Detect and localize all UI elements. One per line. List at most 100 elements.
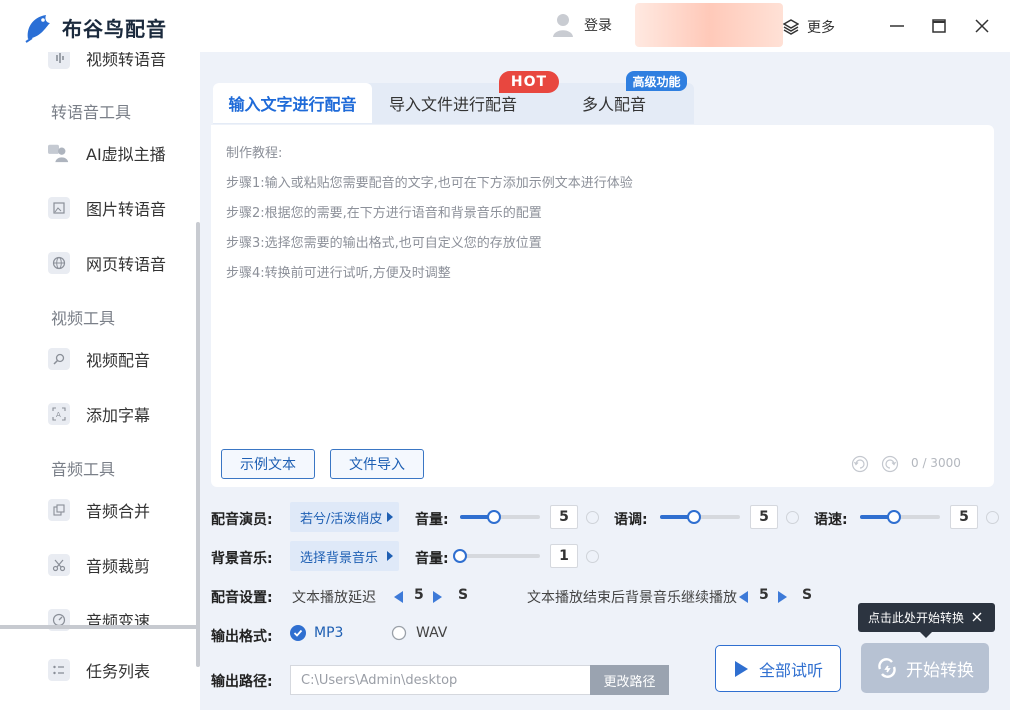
volume-value[interactable]: 5 — [550, 505, 578, 529]
reset-icon[interactable] — [986, 511, 999, 524]
radio-unchecked-icon — [391, 625, 407, 641]
sidebar-heading-speech-tools: 转语音工具 — [51, 103, 132, 122]
minimize-icon[interactable] — [887, 16, 907, 36]
sidebar-item-video-dubbing[interactable]: 视频配音 — [48, 347, 150, 371]
slider-handle[interactable] — [487, 510, 501, 524]
more-label: 更多 — [807, 20, 835, 36]
decrease-arrow-icon[interactable] — [739, 591, 748, 603]
sidebar-divider — [0, 625, 200, 629]
user-avatar-icon — [552, 12, 574, 38]
change-path-button[interactable]: 更改路径 — [590, 665, 669, 695]
format-label: 输出格式: — [211, 629, 273, 645]
sidebar-item-ai-anchor[interactable]: AI虚拟主播 — [48, 141, 166, 165]
svg-text:A: A — [56, 411, 61, 419]
preview-all-button[interactable]: 全部试听 — [715, 645, 841, 692]
pro-badge: 高级功能 — [626, 71, 687, 91]
radio-checked-icon — [290, 625, 306, 641]
voice-select[interactable]: 若兮/活泼俏皮 — [290, 502, 399, 532]
speed-value[interactable]: 5 — [950, 505, 978, 529]
continue-label: 文本播放结束后背景音乐继续播放 — [527, 590, 737, 606]
blurred-region — [635, 3, 783, 47]
scissors-icon — [48, 554, 70, 576]
decrease-arrow-icon[interactable] — [394, 591, 403, 603]
app-brand: 布谷鸟配音 — [22, 10, 167, 44]
slider-handle[interactable] — [687, 510, 701, 524]
increase-arrow-icon[interactable] — [433, 591, 442, 603]
sidebar-item-label: 网页转语音 — [86, 255, 167, 274]
waveform-icon — [48, 52, 70, 69]
app-title: 布谷鸟配音 — [62, 16, 167, 41]
slider-track — [460, 554, 540, 558]
start-convert-label: 开始转换 — [906, 660, 974, 681]
start-convert-button[interactable]: 开始转换 — [861, 643, 989, 693]
hot-badge: HOT — [499, 71, 559, 93]
output-path-input[interactable]: C:\Users\Admin\desktop — [290, 665, 590, 695]
tooltip-arrow — [920, 632, 932, 638]
more-button[interactable]: 更多 — [783, 17, 835, 37]
pitch-value[interactable]: 5 — [750, 505, 778, 529]
tooltip-close-icon[interactable] — [972, 612, 982, 622]
sidebar-heading-video-tools: 视频工具 — [51, 309, 116, 328]
ai-anchor-icon — [48, 142, 70, 164]
continue-value[interactable]: 5 — [759, 587, 769, 603]
bgm-volume-value[interactable]: 1 — [550, 544, 578, 568]
format-label-wav: WAV — [416, 625, 448, 641]
format-option-wav[interactable]: WAV — [391, 625, 447, 641]
sidebar-item-web-to-speech[interactable]: 网页转语音 — [48, 251, 166, 275]
bgm-volume-label: 音量: — [415, 551, 449, 567]
volume-label: 音量: — [415, 512, 449, 528]
format-option-mp3[interactable]: MP3 — [290, 625, 343, 641]
sample-text-button[interactable]: 示例文本 — [221, 449, 315, 479]
increase-arrow-icon[interactable] — [778, 591, 787, 603]
voice-value: 若兮/活泼俏皮 — [300, 511, 383, 527]
sidebar-item-label: 视频配音 — [86, 351, 151, 370]
char-counter: 0 / 3000 — [911, 456, 961, 470]
sidebar-item-label: 视频转语音 — [86, 52, 167, 69]
tab-text-dubbing[interactable]: 输入文字进行配音 — [213, 83, 372, 123]
sidebar-scrollbar[interactable] — [196, 222, 200, 667]
caret-right-icon — [387, 512, 393, 522]
sidebar-item-image-to-speech[interactable]: 图片转语音 — [48, 196, 166, 220]
sidebar-item-video-to-speech[interactable]: 视频转语音 — [48, 52, 166, 70]
sidebar-item-audio-merge[interactable]: 音频合并 — [48, 498, 150, 522]
title-bar: 布谷鸟配音 登录 更多 — [0, 0, 1010, 52]
file-import-button[interactable]: 文件导入 — [330, 449, 424, 479]
start-tooltip: 点击此处开始转换 — [858, 603, 995, 632]
tab-label: 导入文件进行配音 — [388, 95, 517, 114]
redo-icon[interactable] — [881, 455, 899, 473]
sidebar-item-audio-trim[interactable]: 音频裁剪 — [48, 553, 150, 577]
layers-icon — [783, 19, 799, 35]
microphone-icon — [48, 348, 70, 370]
merge-icon — [48, 499, 70, 521]
close-icon[interactable] — [972, 16, 992, 36]
sidebar-item-task-list[interactable]: 任务列表 — [48, 658, 150, 682]
reset-icon[interactable] — [586, 511, 599, 524]
sidebar-item-add-subtitles[interactable]: A 添加字幕 — [48, 402, 150, 426]
reset-icon[interactable] — [786, 511, 799, 524]
continue-unit: S — [802, 587, 813, 603]
tab-label: 多人配音 — [581, 95, 646, 114]
tutorial-step-4: 步骤4:转换前可进行试听,方便及时调整 — [226, 266, 451, 281]
delay-value[interactable]: 5 — [414, 587, 424, 603]
speed-label: 语速: — [814, 512, 848, 528]
slider-handle[interactable] — [453, 549, 467, 563]
sidebar-item-label: 添加字幕 — [86, 406, 151, 425]
undo-icon[interactable] — [851, 455, 869, 473]
reset-icon[interactable] — [586, 550, 599, 563]
slider-handle[interactable] — [887, 510, 901, 524]
login-button[interactable]: 登录 — [552, 12, 612, 38]
pitch-label: 语调: — [614, 512, 648, 528]
bgm-select[interactable]: 选择背景音乐 — [290, 541, 399, 571]
play-icon — [734, 660, 748, 677]
delay-unit: S — [458, 587, 469, 603]
bird-logo-icon — [25, 15, 50, 43]
task-list-icon — [48, 659, 70, 681]
tutorial-step-1: 步骤1:输入或粘贴您需要配音的文字,也可在下方添加示例文本进行体验 — [226, 176, 633, 191]
tooltip-text: 点击此处开始转换 — [868, 611, 965, 625]
tutorial-step-3: 步骤3:选择您需要的输出格式,也可自定义您的存放位置 — [226, 236, 542, 251]
maximize-icon[interactable] — [929, 16, 949, 36]
sidebar: 视频转语音 转语音工具 AI虚拟主播 图片转语音 网页转语音 视频工具 视频配音… — [0, 52, 200, 710]
bgm-label: 背景音乐: — [211, 551, 273, 567]
tab-label: 输入文字进行配音 — [228, 95, 357, 114]
sidebar-item-label: 音频裁剪 — [86, 557, 151, 576]
